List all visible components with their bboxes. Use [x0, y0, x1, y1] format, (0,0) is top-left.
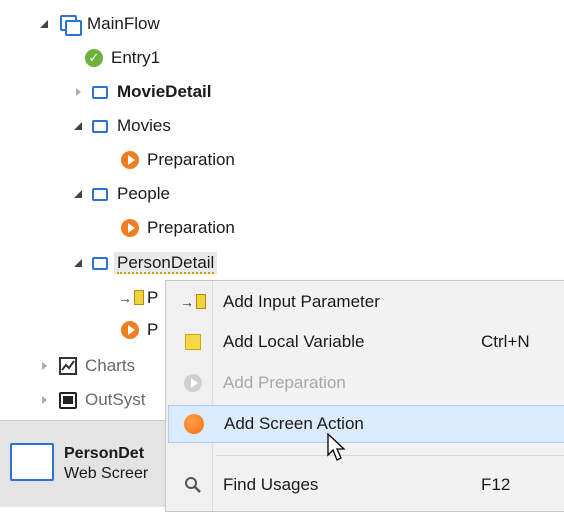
expand-open-icon[interactable]	[38, 18, 50, 30]
tree-node-preparation[interactable]: Preparation	[120, 145, 235, 175]
tree-node-moviedetail[interactable]: MovieDetail	[72, 77, 211, 107]
expand-closed-icon[interactable]	[38, 360, 50, 372]
screen-icon	[90, 116, 110, 136]
tree-node-label: Charts	[85, 356, 136, 375]
tree-node-label: People	[117, 184, 170, 203]
tree-node-label: OutSyst	[85, 390, 146, 409]
local-variable-icon	[180, 331, 206, 353]
menu-item-label: Add Input Parameter	[223, 292, 380, 311]
tree-node-label: MovieDetail	[117, 82, 212, 101]
entry-icon: ✓	[84, 48, 104, 68]
tree-node-movies[interactable]: Movies	[72, 111, 171, 141]
menu-item-find-usages[interactable]: Find Usages F12	[168, 466, 564, 504]
tree-node-preparation[interactable]: P	[120, 315, 158, 345]
menu-item-label: Add Screen Action	[224, 414, 364, 433]
screen-thumbnail-icon	[10, 443, 54, 481]
screen-icon	[90, 184, 110, 204]
tree-node-label: Movies	[117, 116, 171, 135]
preparation-icon	[120, 218, 140, 238]
menu-item-add-preparation: Add Preparation	[168, 364, 564, 402]
tree-node-label: Preparation	[147, 218, 235, 237]
element-name: PersonDet	[64, 445, 145, 462]
tree-node-label: P	[147, 320, 159, 339]
context-menu: → Add Input Parameter Add Local Variable…	[165, 280, 564, 512]
input-parameter-icon: →	[180, 291, 206, 313]
expand-open-icon[interactable]	[72, 120, 84, 132]
screen-action-icon	[181, 413, 207, 435]
menu-item-add-local-variable[interactable]: Add Local Variable Ctrl+N	[168, 323, 564, 361]
tree-node-input-parameter[interactable]: → P	[118, 283, 158, 313]
preparation-icon	[120, 150, 140, 170]
input-parameter-icon: →	[118, 288, 144, 308]
element-type: Web Screer	[64, 465, 149, 482]
tree-node-persondetail[interactable]: PersonDetail	[72, 248, 218, 278]
tree-node-preparation[interactable]: Preparation	[120, 213, 235, 243]
tree-node-charts[interactable]: Charts	[38, 351, 135, 381]
tree-node-entry[interactable]: ✓ Entry1	[84, 43, 160, 73]
tree-node-label: Preparation	[147, 150, 235, 169]
tree-node-label: MainFlow	[87, 14, 160, 33]
expand-closed-icon[interactable]	[38, 394, 50, 406]
preparation-icon	[180, 372, 206, 394]
tree-node-label: PersonDetail	[114, 252, 218, 274]
screen-icon	[90, 253, 110, 273]
expand-closed-icon[interactable]	[72, 86, 84, 98]
tree-node-people[interactable]: People	[72, 179, 170, 209]
tree-node-label: P	[147, 288, 159, 307]
screen-icon	[90, 82, 110, 102]
menu-item-shortcut: Ctrl+N	[481, 332, 530, 351]
menu-item-add-input-parameter[interactable]: → Add Input Parameter	[168, 283, 564, 321]
element-info-panel: PersonDet Web Screer	[0, 420, 175, 507]
menu-item-add-screen-action[interactable]: Add Screen Action	[168, 405, 564, 443]
expand-open-icon[interactable]	[72, 257, 84, 269]
tree-node-mainflow[interactable]: MainFlow	[38, 9, 160, 39]
menu-item-label: Add Preparation	[223, 373, 346, 392]
preparation-icon	[120, 320, 140, 340]
menu-item-shortcut: F12	[481, 475, 511, 494]
flow-icon	[60, 14, 82, 36]
chart-icon	[58, 356, 78, 376]
tree-node-outsystems[interactable]: OutSyst	[38, 385, 145, 415]
mouse-cursor-icon	[327, 433, 346, 461]
menu-item-label: Find Usages	[223, 475, 319, 494]
search-icon	[180, 474, 206, 496]
expand-open-icon[interactable]	[72, 188, 84, 200]
outsystems-icon	[58, 390, 78, 410]
menu-item-label: Add Local Variable	[223, 332, 365, 351]
tree-node-label: Entry1	[111, 48, 161, 67]
menu-separator	[216, 455, 564, 456]
